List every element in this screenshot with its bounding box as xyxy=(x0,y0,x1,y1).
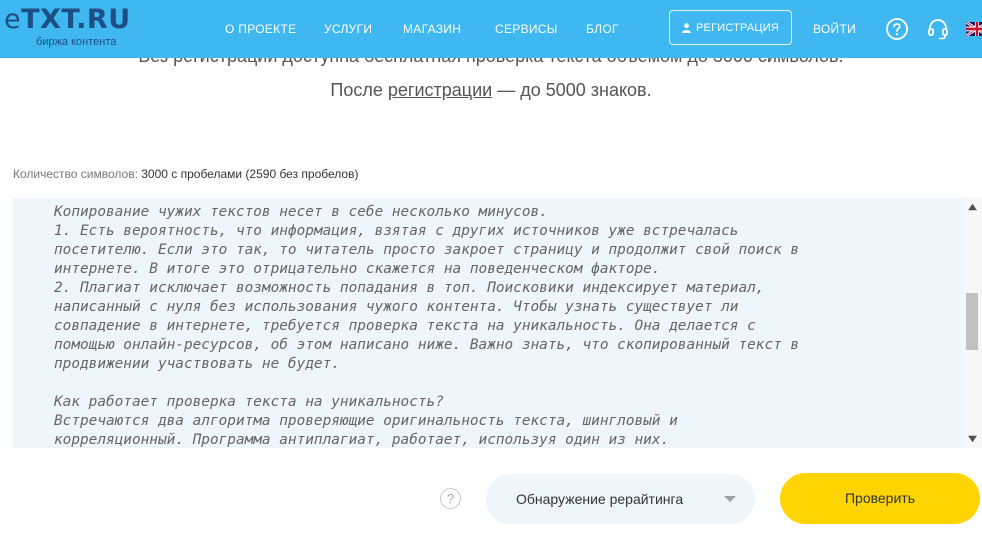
text-scrollbar[interactable] xyxy=(963,198,982,448)
text-line: 2. Плагиат исключает возможность попадан… xyxy=(54,280,765,296)
text-line: посетителю. Если это так, то читатель пр… xyxy=(54,242,800,258)
text-line: продвижении участвовать не будет. xyxy=(54,356,340,372)
scroll-up-arrow-icon[interactable] xyxy=(967,202,978,212)
text-line: написанный с нуля без использования чужо… xyxy=(54,299,739,315)
headset-icon[interactable] xyxy=(926,17,950,41)
site-header: eTXT.RU биржа контента О ПРОЕКТЕ УСЛУГИ … xyxy=(0,0,982,58)
text-line: интернете. В итоге это отрицательно скаж… xyxy=(54,261,661,277)
nav-blog[interactable]: БЛОГ xyxy=(586,0,619,58)
nav-shop[interactable]: МАГАЗИН xyxy=(403,0,461,58)
text-line: помощью онлайн-ресурсов, об этом написан… xyxy=(54,337,800,353)
register-label: РЕГИСТРАЦИЯ xyxy=(696,21,779,34)
intro-line2-suffix: — до 5000 знаков. xyxy=(492,80,652,100)
logo-subtitle: биржа контента xyxy=(36,36,117,48)
flag-uk-icon[interactable] xyxy=(966,22,982,36)
etxt-logo[interactable]: eTXT.RU биржа контента xyxy=(4,5,131,49)
help-icon[interactable] xyxy=(885,17,909,41)
check-mode-selected-value: Обнаружение рерайтинга xyxy=(516,491,684,507)
scroll-thumb[interactable] xyxy=(966,293,978,350)
text-input-content[interactable]: Копирование чужих текстов несет в себе н… xyxy=(54,203,954,448)
check-mode-select[interactable]: Обнаружение рерайтинга xyxy=(486,474,755,524)
scroll-down-arrow-icon[interactable] xyxy=(967,434,978,444)
text-line: Копирование чужих текстов несет в себе н… xyxy=(54,204,548,220)
nav-tools[interactable]: СЕРВИСЫ xyxy=(495,0,558,58)
text-line: Как работает проверка текста на уникальн… xyxy=(54,394,444,410)
character-counter: Количество символов: 3000 с пробелами (2… xyxy=(13,167,358,181)
nav-about[interactable]: О ПРОЕКТЕ xyxy=(225,0,296,58)
logo-text: eTXT.RU xyxy=(4,5,131,35)
registration-link[interactable]: регистрации xyxy=(388,80,492,100)
check-button[interactable]: Проверить xyxy=(780,473,980,524)
login-link[interactable]: ВОЙТИ xyxy=(813,0,856,58)
mode-help-button[interactable]: ? xyxy=(440,488,461,509)
text-input-area[interactable]: Копирование чужих текстов несет в себе н… xyxy=(13,198,963,448)
intro-registered-limit: После регистрации — до 5000 знаков. xyxy=(0,78,982,102)
counter-label: Количество символов: xyxy=(13,167,142,181)
logo-prefix: e xyxy=(4,4,22,35)
nav-services[interactable]: УСЛУГИ xyxy=(324,0,372,58)
text-line: Встречаются два алгоритма проверяющие ор… xyxy=(54,413,678,429)
text-line: совпадение в интернете, требуется провер… xyxy=(54,318,756,334)
text-line xyxy=(54,374,954,393)
counter-value: 3000 с пробелами (2590 без пробелов) xyxy=(141,167,359,181)
logo-main-text: TXT.RU xyxy=(21,4,131,35)
user-icon xyxy=(682,22,692,33)
caret-down-icon xyxy=(724,496,736,502)
text-line: 1. Есть вероятность, что информация, взя… xyxy=(54,223,739,239)
intro-line2-prefix: После xyxy=(330,80,388,100)
register-button[interactable]: РЕГИСТРАЦИЯ xyxy=(669,10,792,45)
text-line: корреляционный. Программа антиплагиат, р… xyxy=(54,432,670,448)
